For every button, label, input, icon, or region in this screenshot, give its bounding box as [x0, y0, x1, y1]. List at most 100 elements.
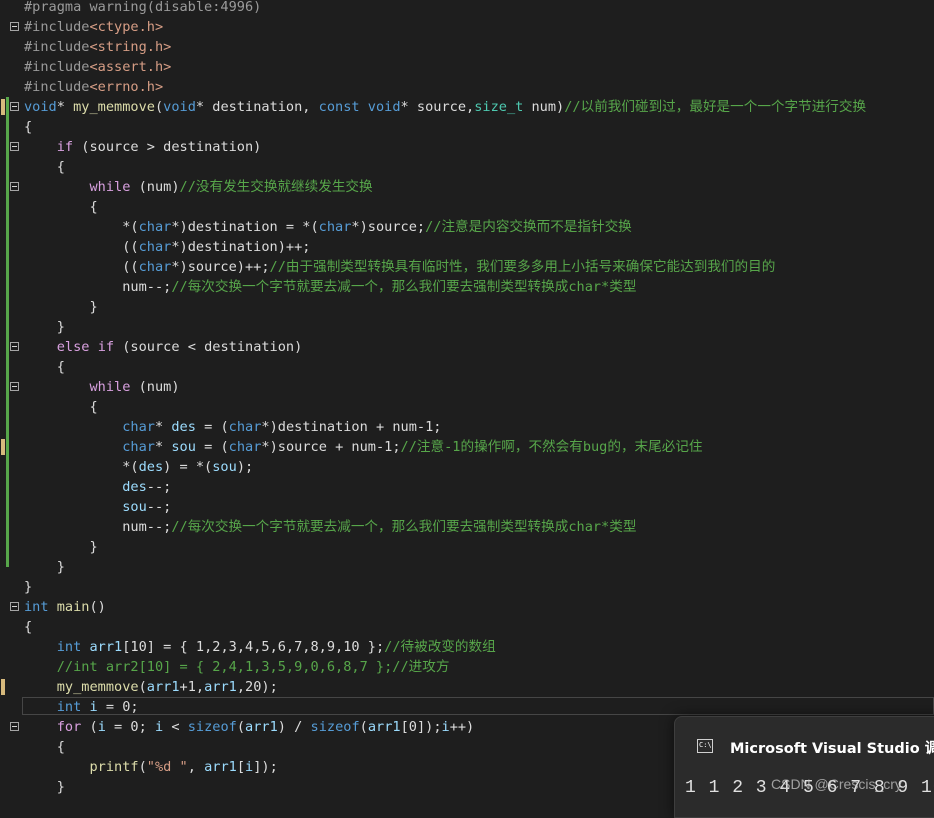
code-text: ((char*)source)++;//由于强制类型转换具有临时性，我们要多多用… — [24, 257, 775, 277]
code-text: *(des) = *(sou); — [24, 457, 253, 477]
code-line[interactable]: while (num) — [0, 377, 934, 397]
code-editor[interactable]: #pragma warning(disable:4996) #include<ct… — [0, 0, 934, 804]
code-line[interactable]: my_memmove(arr1+1,arr1,20); — [0, 677, 934, 697]
code-token: = ( — [195, 439, 229, 455]
code-token: (( — [24, 239, 139, 255]
code-line[interactable]: ((char*)destination)++; — [0, 237, 934, 257]
code-line[interactable]: char* sou = (char*)source + num-1;//注意-1… — [0, 437, 934, 457]
code-token: else — [56, 339, 90, 355]
code-token: *( — [24, 459, 139, 475]
code-token: ++) — [449, 719, 475, 735]
collapse-icon[interactable] — [10, 142, 19, 151]
code-token: <ctype.h> — [89, 19, 164, 35]
code-token: ( — [81, 719, 98, 735]
code-line[interactable]: } — [0, 317, 934, 337]
collapse-icon[interactable] — [10, 602, 19, 611]
code-token: (num) — [130, 179, 180, 195]
code-token: int — [56, 639, 82, 655]
code-line[interactable]: num--;//每次交换一个字节就要去减一个，那么我们要去强制类型转换成char… — [0, 517, 934, 537]
code-line[interactable]: char* des = (char*)destination + num-1; — [0, 417, 934, 437]
code-text: else if (source < destination) — [24, 337, 303, 357]
code-line[interactable]: } — [0, 557, 934, 577]
collapse-icon[interactable] — [10, 182, 19, 191]
code-line[interactable]: if (source > destination) — [0, 137, 934, 157]
code-token: const — [318, 99, 360, 115]
code-token: ( — [138, 679, 147, 695]
collapse-icon[interactable] — [10, 102, 19, 111]
collapse-icon[interactable] — [10, 22, 19, 31]
debug-console-popup[interactable]: Microsoft Visual Studio 调试控 1 1 2 3 4 5 … — [674, 716, 934, 818]
code-line[interactable]: *(des) = *(sou); — [0, 457, 934, 477]
code-token: i — [97, 719, 106, 735]
code-token: //由于强制类型转换具有临时性，我们要多多用上小括号来确保它能达到我们的目的 — [269, 259, 776, 275]
code-line[interactable]: int main() — [0, 597, 934, 617]
code-line[interactable]: } — [0, 577, 934, 597]
code-line[interactable]: #include<errno.h> — [0, 77, 934, 97]
code-line[interactable]: sou--; — [0, 497, 934, 517]
collapse-icon[interactable] — [10, 382, 19, 391]
code-text: { — [24, 157, 65, 177]
code-token: //int arr2[10] = { 2,4,1,3,5,9,0,6,8,7 }… — [56, 659, 450, 675]
code-line[interactable]: { — [0, 117, 934, 137]
code-text: #include<string.h> — [24, 37, 171, 57]
code-text: } — [24, 297, 97, 317]
code-line[interactable]: #include<assert.h> — [0, 57, 934, 77]
code-line[interactable]: #include<ctype.h> — [0, 17, 934, 37]
code-line[interactable]: { — [0, 357, 934, 377]
code-line[interactable]: { — [0, 617, 934, 637]
code-token: { — [24, 119, 33, 135]
code-text: #include<ctype.h> — [24, 17, 163, 37]
code-token: //每次交换一个字节就要去减一个，那么我们要去强制类型转换成char*类型 — [171, 519, 637, 535]
code-text: num--;//每次交换一个字节就要去减一个，那么我们要去强制类型转换成char… — [24, 517, 636, 537]
code-token: <errno.h> — [89, 79, 164, 95]
code-text: #include<assert.h> — [24, 57, 171, 77]
code-line[interactable]: else if (source < destination) — [0, 337, 934, 357]
code-text: } — [24, 577, 32, 597]
code-token: printf — [89, 759, 139, 775]
code-line[interactable]: int i = 0; — [0, 697, 934, 717]
code-token: void — [163, 99, 196, 115]
collapse-icon[interactable] — [10, 722, 19, 731]
code-token: #include — [24, 59, 90, 75]
code-line[interactable]: #include<string.h> — [0, 37, 934, 57]
code-line[interactable]: } — [0, 297, 934, 317]
code-token: = ( — [195, 419, 229, 435]
code-token: for — [56, 719, 82, 735]
code-line[interactable]: #pragma warning(disable:4996) — [0, 0, 934, 17]
code-token: char — [228, 419, 262, 435]
code-text: { — [24, 117, 32, 137]
code-line[interactable]: num--;//每次交换一个字节就要去减一个，那么我们要去强制类型转换成char… — [0, 277, 934, 297]
code-line[interactable]: des--; — [0, 477, 934, 497]
code-line[interactable]: //int arr2[10] = { 2,4,1,3,5,9,0,6,8,7 }… — [0, 657, 934, 677]
code-line[interactable]: void* my_memmove(void* destination, cons… — [0, 97, 934, 117]
code-text: } — [24, 537, 97, 557]
code-line[interactable]: { — [0, 197, 934, 217]
code-token: while — [89, 379, 131, 395]
code-line[interactable]: { — [0, 397, 934, 417]
code-line[interactable]: while (num)//没有发生交换就继续发生交换 — [0, 177, 934, 197]
code-line[interactable]: } — [0, 537, 934, 557]
code-token: arr1 — [245, 719, 278, 735]
code-token: * — [154, 419, 172, 435]
code-token: *)source + num-1; — [261, 439, 401, 455]
code-token: sizeof — [187, 719, 237, 735]
code-token: [0]); — [400, 719, 442, 735]
code-token: { — [24, 199, 98, 215]
code-token: () — [89, 599, 106, 615]
code-line[interactable]: int arr1[10] = { 1,2,3,4,5,6,7,8,9,10 };… — [0, 637, 934, 657]
code-text: num--;//每次交换一个字节就要去减一个，那么我们要去强制类型转换成char… — [24, 277, 636, 297]
code-line[interactable]: ((char*)source)++;//由于强制类型转换具有临时性，我们要多多用… — [0, 257, 934, 277]
code-token: char — [138, 219, 172, 235]
collapse-icon[interactable] — [10, 342, 19, 351]
code-line[interactable]: { — [0, 157, 934, 177]
code-line[interactable]: *(char*)destination = *(char*)source;//注… — [0, 217, 934, 237]
